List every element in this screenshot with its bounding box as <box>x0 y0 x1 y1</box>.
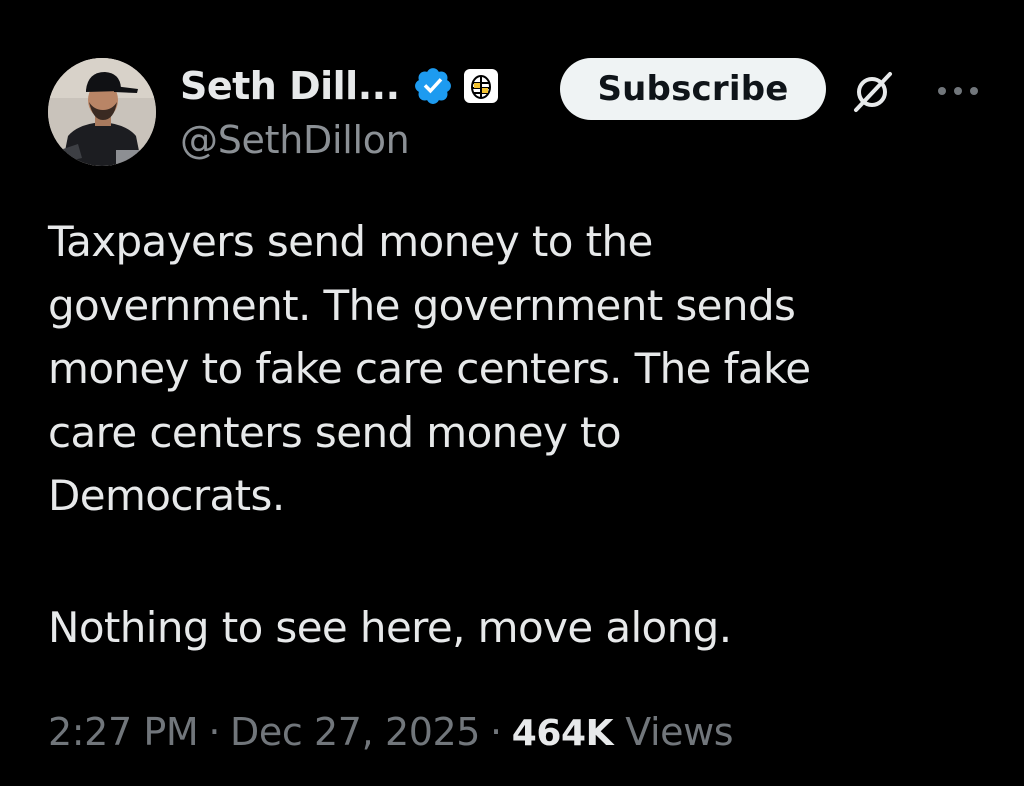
babylon-bee-affiliate-icon <box>470 75 491 99</box>
avatar-photo <box>48 58 156 166</box>
tweet-header: Seth Dill... @SethDillon Subscribe <box>48 58 988 168</box>
grok-icon[interactable] <box>848 66 898 116</box>
meta-separator: · <box>208 710 221 754</box>
views-label: Views <box>625 710 734 754</box>
org-affiliate-badge[interactable] <box>463 69 498 103</box>
verified-badge-icon[interactable] <box>412 65 454 107</box>
tweet-time[interactable]: 2:27 PM <box>48 710 199 754</box>
more-options-icon[interactable] <box>928 66 988 116</box>
subscribe-button[interactable]: Subscribe <box>560 58 826 120</box>
meta-separator: · <box>490 710 502 754</box>
display-name[interactable]: Seth Dill... <box>180 64 400 108</box>
author-name-row: Seth Dill... <box>180 62 498 110</box>
avatar[interactable] <box>48 58 156 166</box>
tweet-text: Taxpayers send money to the government. … <box>48 217 811 520</box>
tweet-date[interactable]: Dec 27, 2025 <box>230 710 480 754</box>
tweet-meta: 2:27 PM · Dec 27, 2025 · 464K Views <box>48 710 734 760</box>
tweet-text-closing: Nothing to see here, move along. <box>48 603 732 652</box>
views-count: 464K <box>511 713 614 754</box>
author-handle[interactable]: @SethDillon <box>180 118 410 162</box>
